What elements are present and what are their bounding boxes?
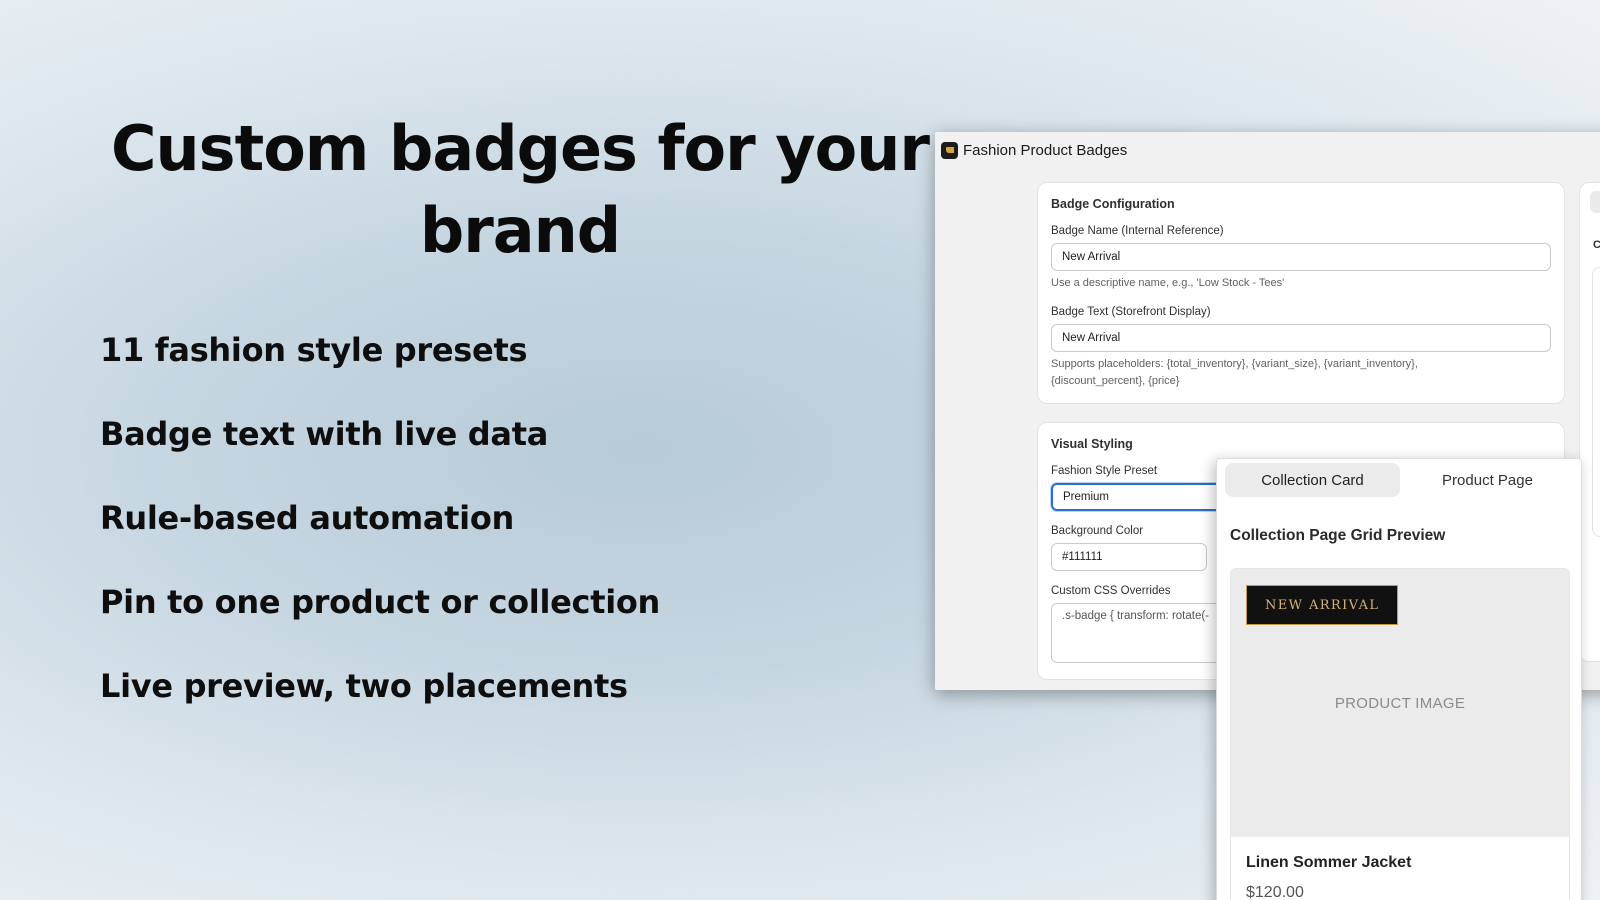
feature-list: 11 fashion style presets Badge text with… xyxy=(100,308,660,728)
badge-configuration-card: Badge Configuration Badge Name (Internal… xyxy=(1037,182,1565,404)
feature-item: 11 fashion style presets xyxy=(100,331,528,369)
badge-name-help: Use a descriptive name, e.g., 'Low Stock… xyxy=(1051,277,1285,289)
badge-name-input[interactable]: New Arrival xyxy=(1051,243,1551,271)
feature-item: Pin to one product or collection xyxy=(100,583,661,621)
product-price: $120.00 xyxy=(1246,884,1304,900)
side-card: Co xyxy=(1579,182,1600,662)
background-color-input[interactable]: #111111 xyxy=(1051,543,1207,571)
preview-title: Collection Page Grid Preview xyxy=(1230,527,1446,544)
card-title: Visual Styling xyxy=(1051,437,1133,451)
side-card-panel xyxy=(1592,267,1600,537)
product-name: Linen Sommer Jacket xyxy=(1246,854,1412,871)
side-card-label: Co xyxy=(1593,239,1600,251)
side-button[interactable] xyxy=(1590,191,1600,213)
badge-logo-icon xyxy=(941,141,958,159)
tab-product-page[interactable]: Product Page xyxy=(1400,463,1575,497)
app-titlebar: Fashion Product Badges xyxy=(935,132,1600,168)
tab-collection-card[interactable]: Collection Card xyxy=(1225,463,1400,497)
feature-item: Rule-based automation xyxy=(100,499,514,537)
product-card: PRODUCT IMAGE NEW ARRIVAL Linen Sommer J… xyxy=(1230,568,1570,900)
headline: Custom badges for your brand xyxy=(111,112,930,267)
badge-text-help: Supports placeholders: {total_inventory}… xyxy=(1051,358,1418,387)
preview-tabs: Collection Card Product Page xyxy=(1225,463,1575,497)
feature-item: Live preview, two placements xyxy=(100,667,628,705)
app-title: Fashion Product Badges xyxy=(963,141,1128,159)
badge-text-label: Badge Text (Storefront Display) xyxy=(1051,306,1211,318)
badge-name-label: Badge Name (Internal Reference) xyxy=(1051,225,1224,237)
preview-panel: Collection Card Product Page Collection … xyxy=(1216,458,1582,900)
card-title: Badge Configuration xyxy=(1051,197,1175,211)
product-info: Linen Sommer Jacket $120.00 xyxy=(1231,837,1569,900)
badge-preview: NEW ARRIVAL xyxy=(1246,585,1399,625)
feature-item: Badge text with live data xyxy=(100,415,549,453)
badge-text-input[interactable]: New Arrival xyxy=(1051,324,1551,352)
